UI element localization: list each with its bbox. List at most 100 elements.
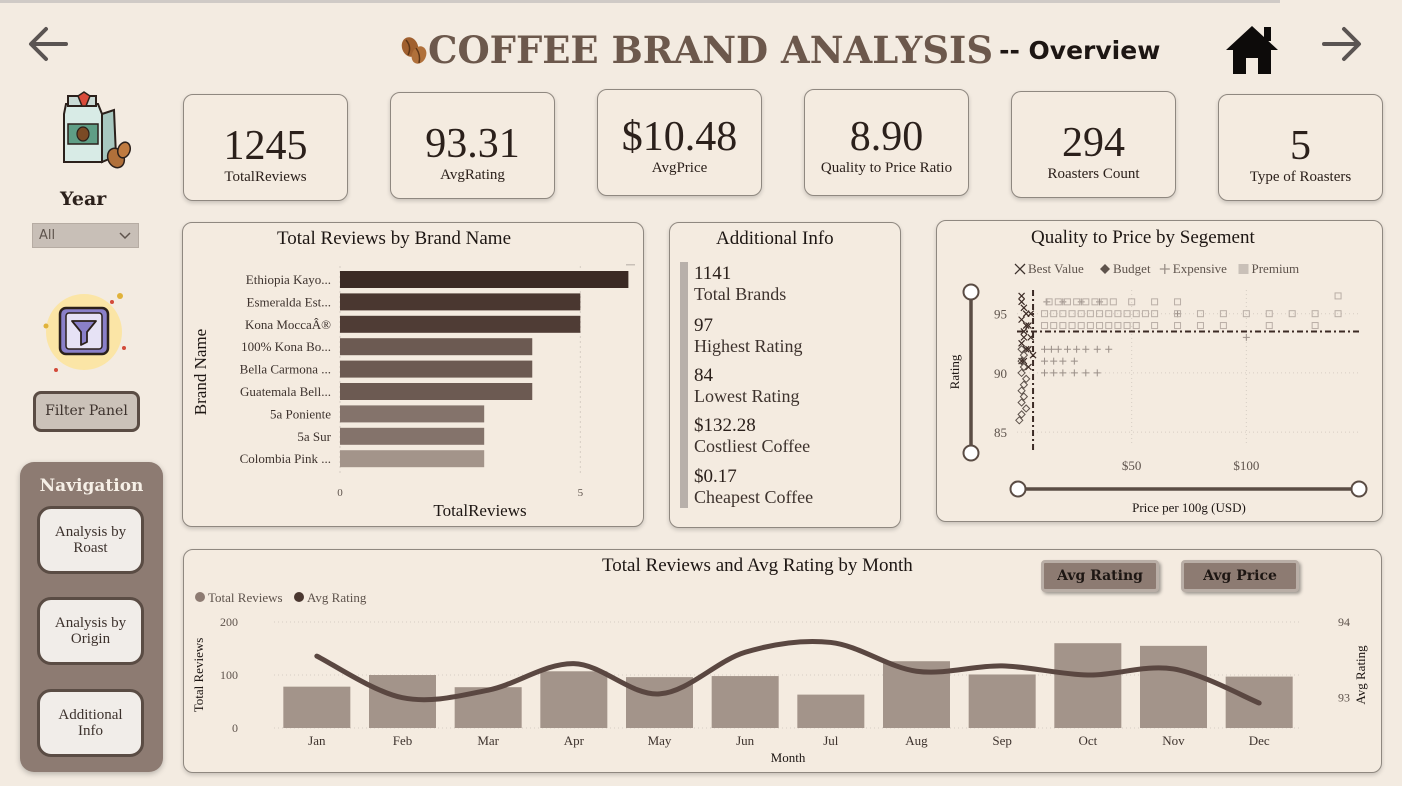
coffee-beans-icon xyxy=(401,37,427,64)
filter-panel-button[interactable]: Filter Panel xyxy=(33,391,140,432)
scatter-point xyxy=(1334,292,1342,300)
y-tick-label: 100% Kona Bo... xyxy=(241,339,331,354)
y-tick-label: 90 xyxy=(994,366,1007,381)
bar xyxy=(797,694,865,728)
info-costliest-coffee: $132.28 Costliest Coffee xyxy=(694,415,811,457)
scatter-point xyxy=(1174,322,1182,330)
scatter-point xyxy=(1123,322,1131,330)
scatter-point xyxy=(1068,322,1076,330)
bar xyxy=(340,383,533,400)
scatter-point xyxy=(1041,345,1049,353)
info-value: $132.28 xyxy=(694,415,756,436)
home-icon[interactable] xyxy=(1224,24,1280,76)
scatter-point xyxy=(1082,369,1090,377)
scatter-point xyxy=(1018,298,1026,306)
scatter-point xyxy=(1077,298,1085,306)
legend-marker xyxy=(1100,264,1110,274)
navigation-panel: Navigation Analysis by Roast Analysis by… xyxy=(20,462,163,772)
scatter-point xyxy=(1018,316,1026,324)
kpi-quality-price-ratio: 8.90 Quality to Price Ratio xyxy=(804,89,969,196)
info-list-scrollbar[interactable] xyxy=(680,262,688,508)
scatter-point xyxy=(1132,310,1140,318)
info-value: 84 xyxy=(694,365,713,386)
legend-label: Expensive xyxy=(1173,261,1227,276)
y2-tick-label: 93 xyxy=(1338,691,1350,705)
info-value: 97 xyxy=(694,315,713,336)
x-tick-label: Mar xyxy=(477,733,499,748)
scatter-point xyxy=(1059,310,1067,318)
scatter-point xyxy=(1132,322,1140,330)
x-tick-label: Sep xyxy=(992,733,1012,748)
info-value: $0.17 xyxy=(694,466,737,487)
back-arrow-icon[interactable] xyxy=(26,22,70,66)
x-tick-label: $100 xyxy=(1233,458,1259,473)
kpi-value: $10.48 xyxy=(621,114,738,160)
x-tick-label: May xyxy=(648,733,672,748)
bar xyxy=(1054,643,1122,728)
scatter-point xyxy=(1151,298,1159,306)
info-total-brands: 1141 Total Brands xyxy=(694,263,786,305)
x-tick-label: $50 xyxy=(1122,458,1142,473)
kpi-label: TotalReviews xyxy=(224,169,307,185)
scatter-point xyxy=(1020,333,1028,341)
y-tick-label: 100 xyxy=(220,668,238,682)
scatter-point xyxy=(1334,310,1342,318)
y-range-slider-handle-bottom xyxy=(962,444,980,462)
scatter-point xyxy=(1096,298,1104,306)
bar xyxy=(283,686,351,728)
bar xyxy=(340,338,533,356)
bar xyxy=(340,405,485,423)
year-dropdown[interactable]: All xyxy=(32,223,139,248)
info-label: Cheapest Coffee xyxy=(694,487,814,507)
bar xyxy=(340,293,581,311)
kpi-label: AvgRating xyxy=(440,167,505,183)
y-tick-label: Guatemala Bell... xyxy=(240,384,331,399)
y2-axis-label: Avg Rating xyxy=(1353,645,1368,705)
scatter-point xyxy=(1086,310,1094,318)
brand-chart-title: Total Reviews by Brand Name xyxy=(277,228,512,249)
y-tick-label: Esmeralda Est... xyxy=(247,294,331,309)
scatter-point xyxy=(1105,345,1113,353)
nav-additional-info[interactable]: Additional Info xyxy=(37,689,144,757)
bar xyxy=(340,427,485,445)
y-tick-label: Bella Carmona ... xyxy=(240,362,331,377)
scatter-point xyxy=(1105,310,1113,318)
quality-price-scatter-chart: Best Value Budget Expensive Premium 85 90 95 $5… xyxy=(947,261,1368,515)
scatter-point xyxy=(1041,357,1049,365)
scatter-point xyxy=(1288,310,1296,318)
nav-analysis-by-origin[interactable]: Analysis by Origin xyxy=(37,597,144,665)
y-axis-label: Rating xyxy=(947,354,962,389)
scatter-point xyxy=(1063,345,1071,353)
kpi-value: 93.31 xyxy=(425,121,520,167)
info-label: Costliest Coffee xyxy=(694,436,811,456)
forward-arrow-icon[interactable] xyxy=(1320,22,1364,66)
legend-label: Best Value xyxy=(1028,261,1084,276)
scatter-point xyxy=(1219,322,1227,330)
scatter-point xyxy=(1050,322,1058,330)
x-tick-label: Jul xyxy=(823,733,839,748)
info-highest-rating: 97 Highest Rating xyxy=(694,315,803,357)
y2-tick-label: 94 xyxy=(1338,615,1350,629)
monthly-reviews-rating-chart: Total Reviews Avg Rating 0 100 200 93 94 Jan Feb… xyxy=(191,590,1368,765)
x-tick-label: 0 xyxy=(337,487,343,499)
bar xyxy=(711,676,779,728)
x-range-slider-handle-right xyxy=(1350,480,1368,498)
nav-analysis-by-roast[interactable]: Analysis by Roast xyxy=(37,506,144,574)
kpi-value: 8.90 xyxy=(849,114,924,160)
kpi-avg-price: $10.48 AvgPrice xyxy=(597,89,762,196)
filter-icon[interactable] xyxy=(40,288,130,376)
x-tick-label: Jun xyxy=(736,733,755,748)
scatter-point xyxy=(1242,310,1250,318)
info-value: 1141 xyxy=(694,263,732,284)
kpi-value: 1245 xyxy=(223,123,308,169)
scatter-point xyxy=(1041,322,1049,330)
legend-label: Total Reviews xyxy=(208,590,283,605)
bar xyxy=(340,360,533,378)
x-tick-label: Nov xyxy=(1162,733,1185,748)
scatter-chart-title: Quality to Price by Segement xyxy=(1031,227,1255,248)
y-tick-label: 5a Poniente xyxy=(270,406,331,421)
y-tick-label: Colombia Pink ... xyxy=(240,451,331,466)
scatter-point xyxy=(1151,322,1159,330)
kpi-avg-rating: 93.31 AvgRating xyxy=(390,92,555,199)
y-axis-label: Total Reviews xyxy=(191,638,206,713)
